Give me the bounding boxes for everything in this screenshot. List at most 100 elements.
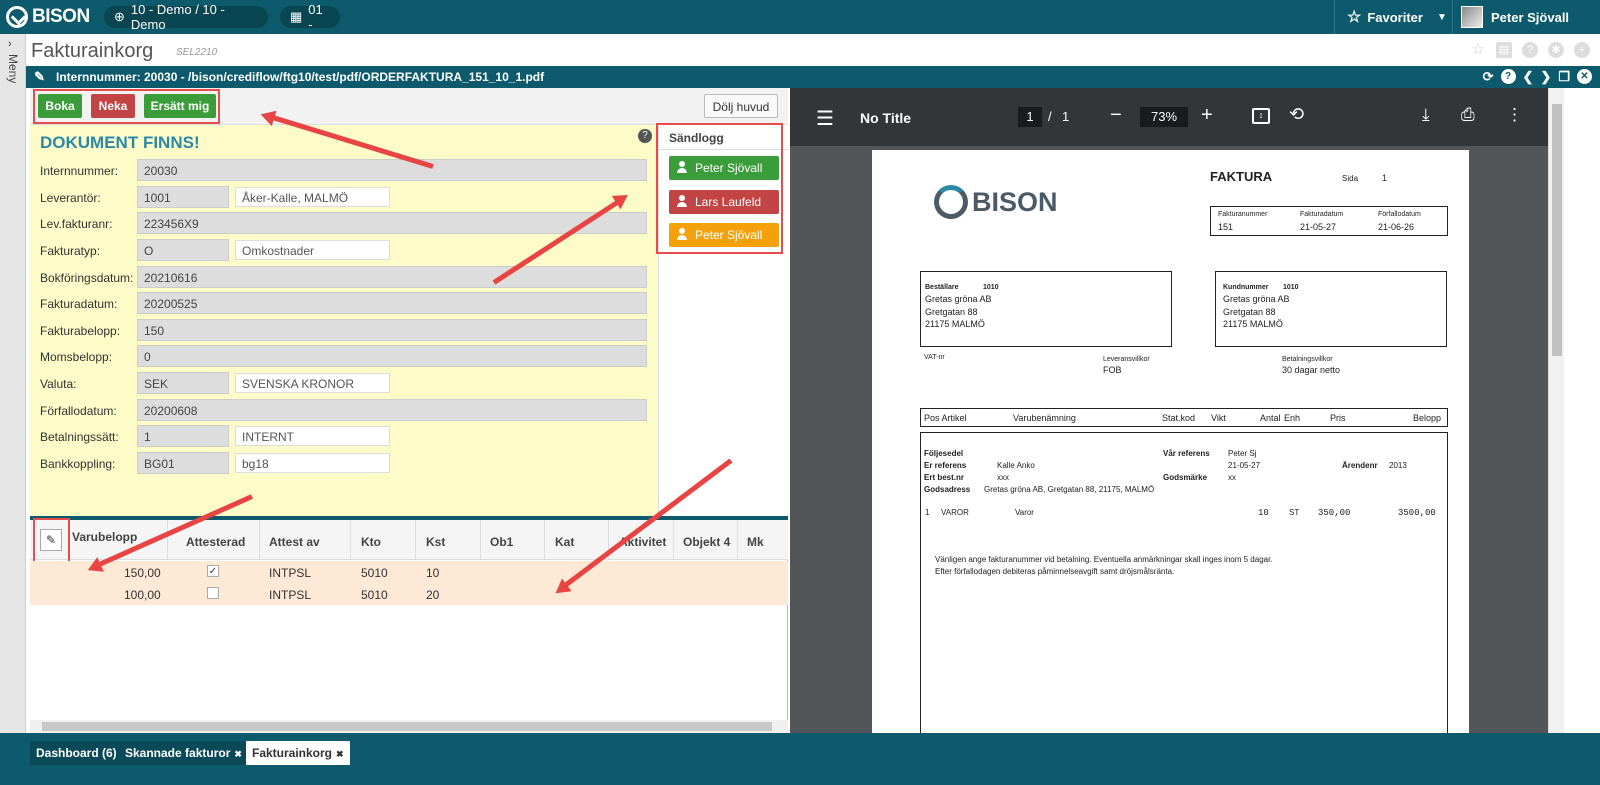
pdf-viewer: ☰ No Title 1 / 1 − 73% + ↕ ⟲ ⤓ ⎙ ⋮ BISON… [790, 88, 1548, 733]
pdf-title: No Title [860, 110, 912, 126]
page-title: Fakturainkorg [31, 40, 154, 62]
field-label: Internnummer: [40, 164, 119, 178]
tab-bar: Dashboard (6) Skannade fakturor ✖ Faktura… [0, 733, 1600, 785]
bison-logo[interactable]: BISON [6, 6, 90, 28]
vertical-scrollbar[interactable] [1548, 88, 1564, 733]
report-icon[interactable]: ▤ [1496, 42, 1512, 58]
fakturabelopp-field[interactable]: 150 [137, 319, 647, 341]
column-header[interactable]: Varubelopp [72, 530, 137, 544]
field-label: Fakturatyp: [40, 244, 101, 258]
help-icon[interactable]: ? [1500, 69, 1516, 84]
close-tab-icon[interactable]: ✖ [234, 749, 242, 759]
close-tab-icon[interactable]: ✖ [336, 749, 344, 759]
momsbelopp-field[interactable]: 0 [137, 345, 647, 367]
invoice-header-form: DOKUMENT FINNS! ? Internnummer: 20030 Lev… [30, 125, 658, 517]
help-icon[interactable]: ? [638, 129, 652, 143]
unit-selector[interactable]: ▦ 01 - [280, 2, 340, 32]
attesterad-checkbox[interactable] [207, 587, 219, 599]
pdf-page: BISON FAKTURA Sida 1 Fakturanummer 151 F… [872, 150, 1469, 733]
highlight-box [33, 518, 70, 566]
valuta-desc: SVENSKA KRONOR [235, 373, 390, 393]
favorite-star-icon[interactable]: ☆ [1470, 42, 1486, 58]
attesterad-checkbox[interactable]: ✓ [207, 565, 219, 577]
highlight-box [33, 89, 220, 124]
download-icon[interactable]: ⤓ [1422, 105, 1430, 125]
forfallodatum-field[interactable]: 20200608 [137, 399, 647, 421]
side-menu[interactable]: › Meny [0, 34, 26, 751]
betalningssatt-field[interactable]: 1 [137, 425, 229, 447]
column-header[interactable]: Kto [361, 535, 381, 549]
zoom-level[interactable]: 73% [1140, 107, 1188, 127]
fakturadatum-field[interactable]: 20200525 [137, 292, 647, 314]
fakturatyp-desc: Omkostnader [235, 240, 390, 260]
zoom-in-icon[interactable]: + [1201, 104, 1213, 127]
dolj-huvud-button[interactable]: Dölj huvud [704, 94, 778, 118]
pencil-icon: ✎ [34, 69, 45, 84]
bokforingsdatum-field[interactable]: 20210616 [137, 266, 647, 288]
leverantor-name: Åker-Kalle, MALMÖ [235, 187, 390, 207]
column-header[interactable]: Attest av [269, 535, 320, 549]
column-header[interactable]: Kat [555, 535, 574, 549]
favorites-menu[interactable]: ☆ Favoriter ▼ [1334, 0, 1452, 34]
add-icon[interactable]: + [1574, 42, 1590, 58]
field-label: Momsbelopp: [40, 350, 113, 364]
building-icon: ▦ [290, 9, 303, 24]
horizontal-scrollbar[interactable] [30, 720, 788, 733]
bison-logo-icon [6, 6, 28, 28]
next-icon[interactable]: ❯ [1540, 69, 1551, 85]
restore-window-icon[interactable]: ❐ [1558, 69, 1570, 85]
pdf-toolbar: ☰ No Title 1 / 1 − 73% + ↕ ⟲ ⤓ ⎙ ⋮ [790, 88, 1548, 146]
page-number-input[interactable]: 1 [1018, 107, 1042, 127]
user-menu[interactable]: Peter Sjövall [1452, 0, 1600, 34]
field-label: Betalningssätt: [40, 430, 119, 444]
leverantor-field[interactable]: 1001 [137, 186, 229, 208]
column-header[interactable]: Objekt 4 [683, 535, 730, 549]
document-path: Internnummer: 20030 - /bison/crediflow/f… [56, 70, 545, 84]
invoice-detail-pane: Boka Neka Ersätt mig Dölj huvud DOKUMENT… [30, 88, 789, 733]
company-selector[interactable]: ⊕ 10 - Demo / 10 - Demo [104, 2, 268, 32]
bankkoppling-desc: bg18 [235, 453, 390, 473]
tab-dashboard[interactable]: Dashboard (6) [30, 741, 123, 765]
menu-label: Meny [6, 54, 20, 84]
grid-header: Varubelopp Attesterad Attest av Kto Kst … [30, 520, 788, 560]
column-header[interactable]: Ob1 [490, 535, 513, 549]
field-label: Valuta: [40, 377, 77, 391]
document-status-title: DOKUMENT FINNS! [40, 133, 200, 152]
rotate-icon[interactable]: ⟲ [1289, 104, 1304, 125]
tab-skannade-fakturor[interactable]: Skannade fakturor ✖ [119, 741, 248, 765]
settings-gear-icon[interactable]: ✱ [1548, 42, 1564, 58]
bankkoppling-field[interactable]: BG01 [137, 452, 229, 474]
previous-icon[interactable]: ❮ [1523, 69, 1534, 85]
tab-fakturainkorg[interactable]: Fakturainkorg ✖ [246, 741, 350, 765]
chevron-right-icon: › [8, 38, 12, 50]
zoom-out-icon[interactable]: − [1110, 104, 1122, 127]
help-icon[interactable]: ? [1522, 42, 1538, 58]
document-path-bar: ✎ Internnummer: 20030 - /bison/crediflow… [26, 66, 1600, 88]
sandlogg-panel: Sändlogg Peter Sjövall Lars Laufeld Pete… [656, 123, 789, 517]
title-row: Fakturainkorg SEL2210 ☆ ▤ ? ✱ + [26, 34, 1600, 66]
column-header[interactable]: Attesterad [186, 535, 245, 549]
field-label: Bankkoppling: [40, 457, 116, 471]
fakturatyp-field[interactable]: O [137, 239, 229, 261]
valuta-field[interactable]: SEK [137, 372, 229, 394]
close-icon[interactable]: ✕ [1577, 69, 1592, 84]
table-row[interactable]: 150,00 ✓ INTPSL 5010 10 [30, 561, 788, 583]
column-header[interactable]: Kst [426, 535, 445, 549]
more-icon[interactable]: ⋮ [1506, 105, 1523, 125]
refresh-icon[interactable]: ⟳ [1483, 69, 1494, 85]
avatar [1461, 6, 1483, 28]
internnummer-field[interactable]: 20030 [137, 159, 647, 181]
page-count: 1 [1062, 109, 1070, 124]
globe-icon: ⊕ [114, 9, 125, 24]
column-header[interactable]: Mk [747, 535, 764, 549]
print-icon[interactable]: ⎙ [1461, 105, 1475, 125]
action-toolbar: Boka Neka Ersätt mig Dölj huvud [30, 88, 788, 125]
table-row[interactable]: 100,00 INTPSL 5010 20 [30, 583, 788, 605]
invoice-logo: BISON [934, 185, 1058, 219]
field-label: Leverantör: [40, 191, 101, 205]
menu-icon[interactable]: ☰ [816, 106, 834, 131]
fit-page-icon[interactable]: ↕ [1252, 108, 1270, 124]
field-label: Bokföringsdatum: [40, 271, 134, 285]
highlight-box [656, 123, 783, 254]
field-label: Förfallodatum: [40, 404, 117, 418]
